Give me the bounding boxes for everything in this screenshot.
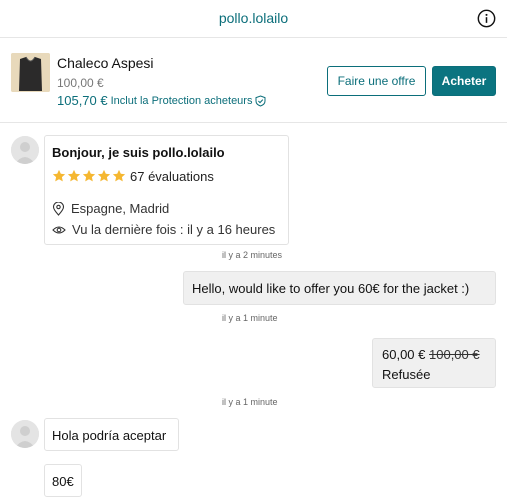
item-title[interactable]: Chaleco Aspesi [57, 55, 154, 71]
last-seen-text: Vu la dernière fois : il y a 16 heures [72, 222, 276, 237]
shield-icon [255, 94, 266, 107]
message-text: Hello, would like to offer you 60€ for t… [192, 281, 470, 296]
user-avatar-icon [11, 420, 39, 448]
user-avatar-icon [11, 136, 39, 164]
star-icon [67, 169, 81, 182]
message-timestamp: il y a 1 minute [222, 313, 278, 323]
profile-location: Espagne, Madrid [52, 201, 169, 216]
item-original-price: 100,00 € [57, 76, 104, 90]
review-count[interactable]: 67 évaluations [130, 169, 214, 184]
offer-price: 60,00 € [382, 347, 426, 362]
info-icon[interactable] [477, 9, 496, 28]
location-pin-icon [52, 201, 65, 216]
profile-last-seen: Vu la dernière fois : il y a 16 heures [52, 222, 275, 237]
offer-status: Refusée [382, 367, 431, 382]
eye-icon [52, 225, 66, 234]
star-icon [97, 169, 111, 182]
profile-greeting: Bonjour, je suis pollo.lolailo [52, 145, 225, 160]
offer-prices: 60,00 € 100,00 € [382, 347, 480, 362]
profile-card[interactable]: Bonjour, je suis pollo.lolailo 67 évalua… [44, 135, 289, 245]
message-text: Hola podría aceptar [52, 428, 167, 443]
item-price-with-protection: 105,70 € Inclut la Protection acheteurs [57, 93, 266, 108]
message-timestamp: il y a 2 minutes [222, 250, 283, 260]
make-offer-button[interactable]: Faire une offre [327, 66, 426, 96]
item-thumbnail[interactable] [11, 53, 50, 92]
star-icon [112, 169, 126, 182]
message-text: 80€ [52, 474, 74, 489]
offer-message[interactable]: 60,00 € 100,00 € Refusée [372, 338, 496, 388]
location-text: Espagne, Madrid [71, 201, 170, 216]
offer-original-price: 100,00 € [429, 347, 480, 362]
header-username[interactable]: pollo.lolailo [0, 10, 507, 26]
item-summary-bar: Chaleco Aspesi 100,00 € 105,70 € Inclut … [0, 39, 507, 123]
message-timestamp: il y a 1 minute [222, 397, 278, 407]
avatar[interactable] [11, 420, 39, 448]
star-icon [52, 169, 66, 182]
star-icon [82, 169, 96, 182]
buy-button[interactable]: Acheter [432, 66, 496, 96]
item-total-price: 105,70 € [57, 93, 108, 108]
conversation-header: pollo.lolailo [0, 0, 507, 38]
buyer-protection-label[interactable]: Inclut la Protection acheteurs [111, 95, 253, 107]
avatar[interactable] [11, 136, 39, 164]
outgoing-message[interactable]: Hello, would like to offer you 60€ for t… [183, 271, 496, 305]
incoming-message[interactable]: Hola podría aceptar [44, 418, 179, 451]
incoming-message[interactable]: 80€ [44, 464, 82, 497]
rating-stars [52, 169, 126, 183]
